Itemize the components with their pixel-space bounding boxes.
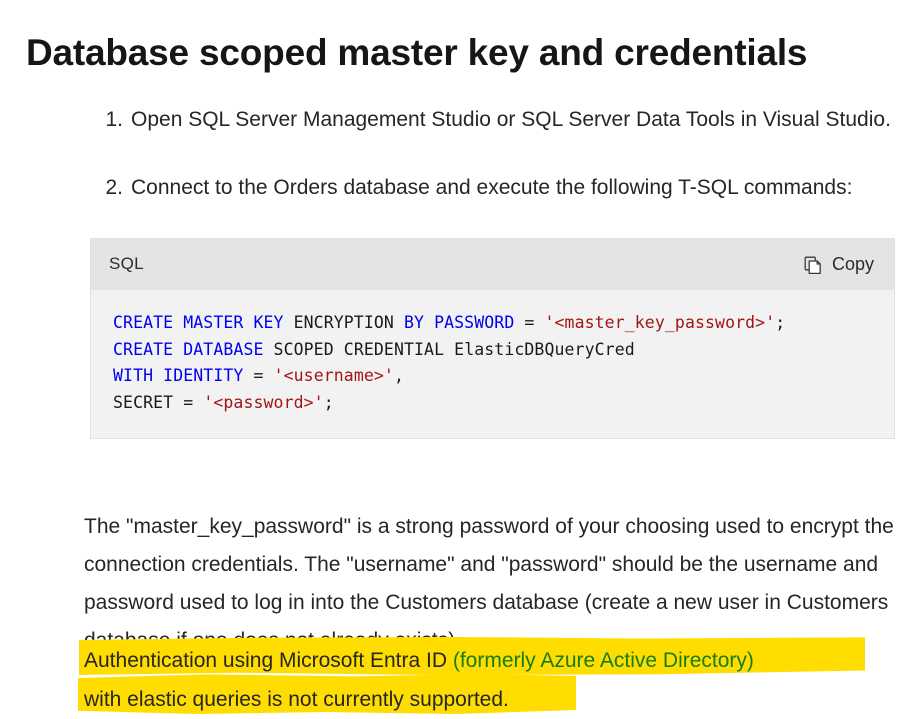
explanation-paragraph: The "master_key_password" is a strong pa… bbox=[84, 515, 894, 652]
list-item-marker: 1. bbox=[105, 108, 123, 131]
code-block-body[interactable]: CREATE MASTER KEY ENCRYPTION BY PASSWORD… bbox=[91, 290, 894, 438]
page-title: Database scoped master key and credentia… bbox=[26, 31, 808, 73]
list-item-text: Connect to the Orders database and execu… bbox=[131, 176, 853, 199]
code-token: , bbox=[393, 366, 405, 385]
note-line-1-green-text: (formerly Azure Active Directory) bbox=[452, 649, 754, 672]
code-token: BY PASSWORD bbox=[403, 313, 525, 332]
list-item-marker: 2. bbox=[105, 176, 123, 199]
document-page: Database scoped master key and credentia… bbox=[0, 0, 924, 718]
code-language-label: SQL bbox=[109, 254, 144, 273]
copy-button-label: Copy bbox=[831, 253, 874, 274]
code-token: SCOPED CREDENTIAL ElasticDBQueryCred bbox=[273, 339, 635, 359]
code-token: SECRET = bbox=[113, 392, 204, 412]
list-item: 2. Connect to the Orders database and ex… bbox=[95, 170, 924, 205]
code-line: CREATE DATABASE SCOPED CREDENTIAL Elasti… bbox=[113, 337, 894, 364]
code-line: WITH IDENTITY = '<username>', bbox=[113, 363, 894, 390]
code-token: ; bbox=[323, 392, 334, 412]
code-token: CREATE MASTER KEY bbox=[113, 313, 294, 332]
highlighted-note: Authentication using Microsoft Entra ID … bbox=[78, 637, 904, 719]
code-token: ENCRYPTION bbox=[293, 313, 404, 332]
code-line: CREATE MASTER KEY ENCRYPTION BY PASSWORD… bbox=[113, 310, 894, 337]
note-line-2-text: with elastic queries is not currently su… bbox=[84, 688, 509, 711]
code-token: ; bbox=[775, 313, 786, 332]
highlighted-note-line-1: Authentication using Microsoft Entra ID … bbox=[79, 637, 904, 680]
code-token: CREATE DATABASE bbox=[113, 339, 274, 359]
code-token: '<username>' bbox=[273, 366, 394, 385]
copy-button[interactable]: Copy bbox=[800, 252, 878, 277]
list-item-text: Open SQL Server Management Studio or SQL… bbox=[131, 108, 891, 131]
code-token: '<password>' bbox=[203, 392, 324, 412]
code-token: = bbox=[524, 313, 545, 332]
instruction-steps-list: 1. Open SQL Server Management Studio or … bbox=[55, 102, 924, 205]
highlighted-note-line-2: with elastic queries is not currently su… bbox=[78, 674, 904, 719]
copy-icon bbox=[804, 256, 823, 275]
code-token: WITH IDENTITY bbox=[113, 366, 254, 385]
note-line-1-text: Authentication using Microsoft Entra ID bbox=[84, 649, 453, 672]
code-block-header: SQL Copy bbox=[91, 238, 894, 290]
code-line: SECRET = '<password>'; bbox=[113, 390, 894, 417]
code-token: = bbox=[253, 366, 274, 385]
code-block: SQL Copy CREATE MASTER KEY ENCRYPTION BY… bbox=[90, 238, 895, 439]
code-token: '<master_key_password>' bbox=[544, 313, 776, 332]
list-item: 1. Open SQL Server Management Studio or … bbox=[95, 102, 924, 137]
